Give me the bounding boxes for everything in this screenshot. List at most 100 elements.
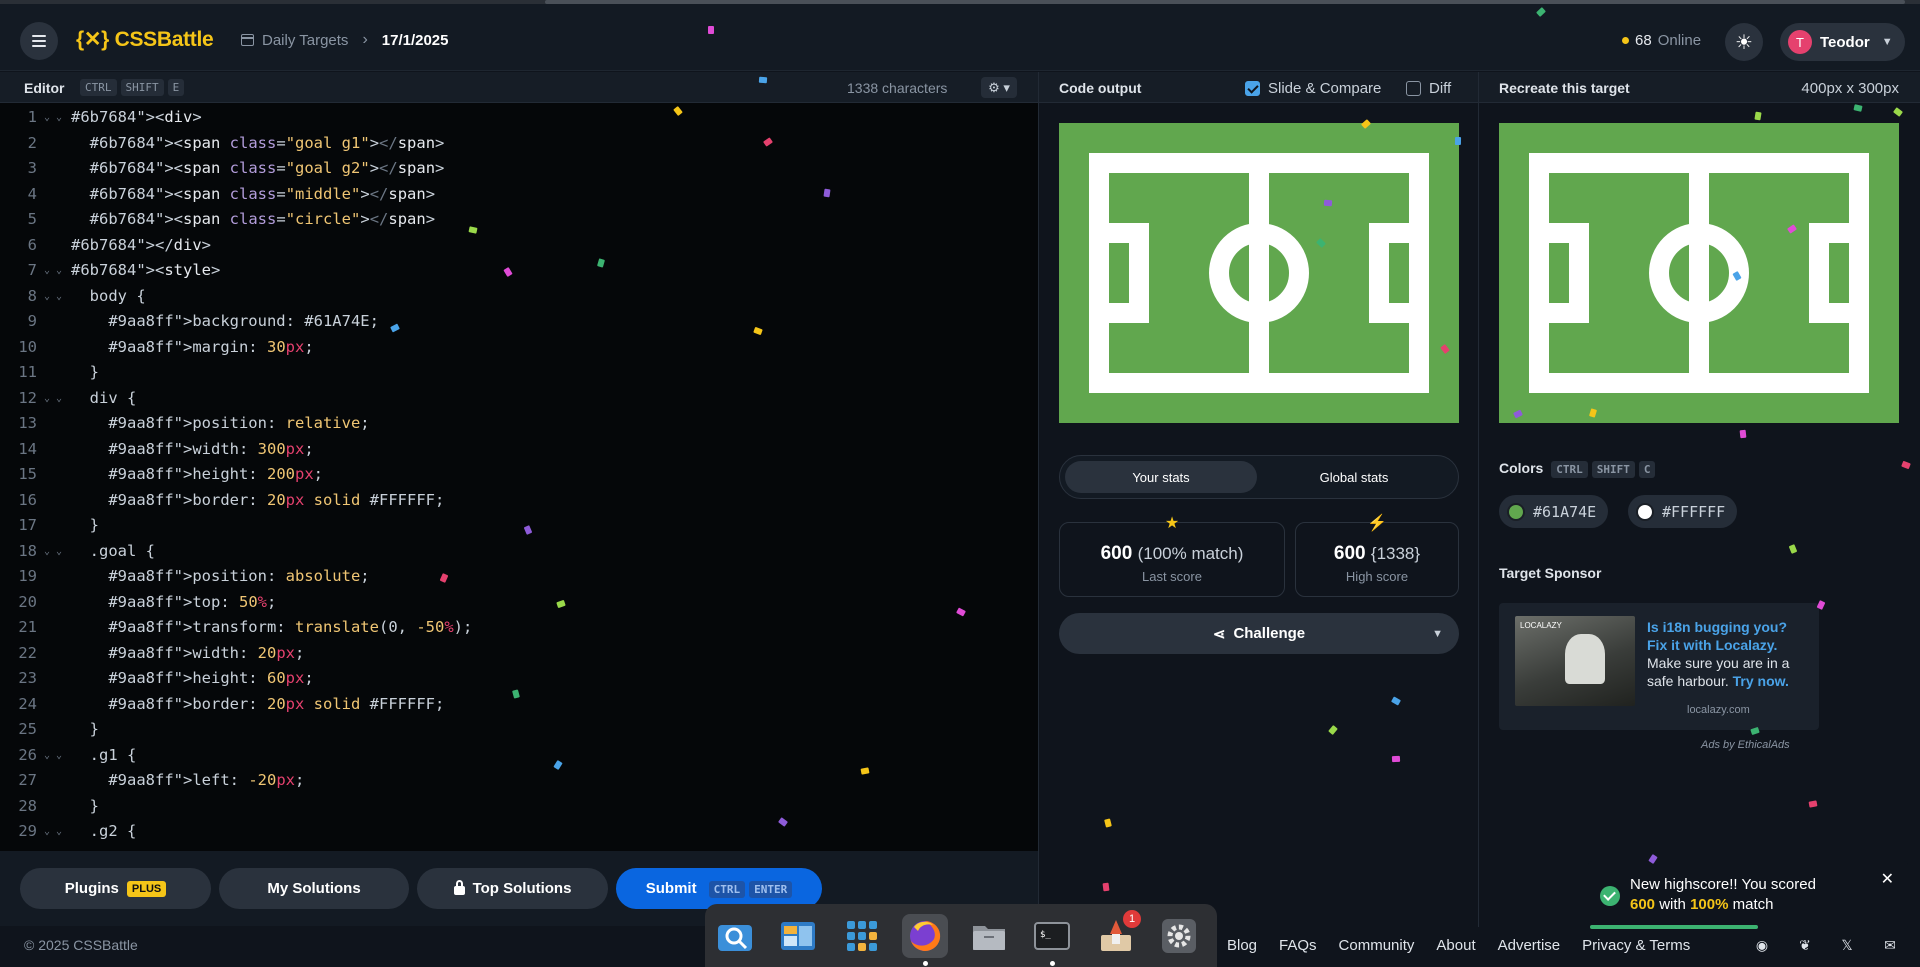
- submit-button[interactable]: Submit CTRL ENTER: [616, 868, 822, 909]
- editor-shortcut: CTRL SHIFT E: [76, 78, 185, 96]
- breadcrumb: Daily Targets › 17/1/2025: [241, 31, 449, 49]
- discord-icon[interactable]: ◉: [1753, 937, 1771, 953]
- footer-link-community[interactable]: Community: [1339, 937, 1415, 954]
- online-label: Online: [1657, 32, 1702, 49]
- share-icon: ⋖: [1212, 625, 1226, 643]
- diff-checkbox[interactable]: Diff: [1406, 80, 1451, 97]
- user-menu[interactable]: T Teodor ▼: [1780, 23, 1905, 61]
- code-line: #6b7684"></div>: [71, 235, 211, 254]
- sponsor-title: Target Sponsor: [1499, 565, 1602, 581]
- search-app-icon[interactable]: [712, 914, 758, 958]
- files-preview-icon[interactable]: [775, 914, 821, 958]
- code-line: #6b7684"><style>: [71, 261, 221, 279]
- fold-chevron-icon[interactable]: ⌄ ⌄: [44, 386, 62, 412]
- code-line: }: [71, 363, 99, 381]
- footer-link-blog[interactable]: Blog: [1227, 937, 1257, 954]
- close-icon[interactable]: ✕: [1881, 869, 1894, 889]
- line-number: 29 ⌄ ⌄: [0, 819, 70, 845]
- cssbattle-logo[interactable]: {✕} CSSBattle: [76, 27, 214, 52]
- settings-icon[interactable]: [1156, 914, 1202, 958]
- ad-domain: localazy.com: [1687, 704, 1750, 716]
- chevron-down-icon[interactable]: ▼: [1432, 628, 1443, 640]
- mail-icon[interactable]: ✉: [1881, 937, 1899, 953]
- launcher-icon[interactable]: 1: [1093, 910, 1141, 958]
- line-number: 1 ⌄ ⌄: [0, 105, 70, 131]
- fold-chevron-icon[interactable]: ⌄ ⌄: [44, 258, 62, 284]
- line-number: 16: [18, 490, 37, 509]
- ads-by-link[interactable]: Ads by EthicalAds: [1701, 739, 1790, 751]
- line-number: 5: [27, 210, 37, 228]
- fold-chevron-icon[interactable]: ⌄ ⌄: [44, 105, 62, 131]
- code-line: #9aa8ff">top: 50%;: [108, 592, 277, 611]
- code-line: #6b7684"><span class="goal g1"></span>: [89, 133, 445, 152]
- footer-link-advertise[interactable]: Advertise: [1498, 937, 1561, 954]
- footer-link-about[interactable]: About: [1436, 937, 1475, 954]
- breadcrumb-daily-targets[interactable]: Daily Targets: [262, 32, 348, 49]
- my-solutions-button[interactable]: My Solutions: [219, 868, 409, 909]
- high-chars: {1338}: [1370, 544, 1421, 563]
- code-line: #9aa8ff">position: absolute;: [108, 567, 370, 585]
- taskbar-dock: $_ 1: [705, 904, 1217, 967]
- code-line: div {: [71, 388, 137, 407]
- plugins-button[interactable]: Plugins PLUS: [20, 868, 211, 909]
- target-size: 400px x 300px: [1801, 80, 1899, 97]
- checkbox-checked-icon: [1245, 81, 1260, 96]
- fold-chevron-icon[interactable]: ⌄ ⌄: [44, 819, 62, 845]
- fold-chevron-icon[interactable]: ⌄ ⌄: [44, 743, 62, 769]
- menu-button[interactable]: [20, 22, 58, 60]
- bluesky-icon[interactable]: ❦: [1796, 937, 1814, 953]
- chevron-right-icon: ›: [362, 31, 368, 48]
- tab-your-stats[interactable]: Your stats: [1065, 461, 1257, 493]
- footer-link-privacy-terms[interactable]: Privacy & Terms: [1582, 937, 1690, 954]
- highscore-toast: New highscore!! You scored 600 with 100% …: [1588, 861, 1908, 929]
- soccer-field-output: [1059, 123, 1459, 423]
- challenge-button[interactable]: ⋖ Challenge ▼: [1059, 613, 1459, 654]
- hamburger-icon: [32, 35, 46, 37]
- theme-toggle-button[interactable]: ☀: [1725, 23, 1763, 61]
- high-score-card: ⚡ 600 {1338} High score: [1295, 515, 1459, 597]
- svg-text:$_: $_: [1040, 930, 1051, 940]
- code-editor[interactable]: 1 ⌄ ⌄ #6b7684"><div> 2 #6b7684"><span class…: [0, 103, 1038, 851]
- line-number: 2: [27, 133, 37, 152]
- high-score-label: High score: [1345, 569, 1409, 584]
- app-grid-icon[interactable]: [839, 914, 885, 958]
- line-number: 22: [18, 643, 37, 662]
- line-number: 14: [18, 439, 37, 458]
- x-icon[interactable]: 𝕏: [1838, 937, 1856, 953]
- ad-cta[interactable]: Try now.: [1733, 673, 1789, 689]
- breadcrumb-date: 17/1/2025: [381, 31, 449, 49]
- editor-settings-button[interactable]: ⚙ ▾: [981, 77, 1017, 98]
- color-swatch-white[interactable]: #FFFFFF: [1628, 495, 1738, 528]
- fold-chevron-icon[interactable]: ⌄ ⌄: [44, 539, 62, 565]
- confetti-piece: [823, 188, 831, 198]
- confetti-piece: [1102, 882, 1110, 892]
- code-output-preview[interactable]: [1059, 123, 1459, 423]
- online-count: 68: [1635, 32, 1652, 49]
- code-line: #9aa8ff">width: 20px;: [108, 643, 305, 662]
- sponsor-ad[interactable]: LOCALAZY Is i18n bugging you? Fix it wit…: [1499, 603, 1819, 730]
- stats-tabs: Your stats Global stats: [1059, 455, 1459, 499]
- firefox-icon[interactable]: [902, 914, 948, 966]
- ad-image: LOCALAZY: [1515, 616, 1635, 706]
- tab-global-stats[interactable]: Global stats: [1258, 461, 1450, 493]
- color-swatch-green[interactable]: #61A74E: [1499, 495, 1609, 528]
- code-line: }: [71, 796, 99, 815]
- code-line: }: [71, 720, 99, 738]
- chevron-down-icon: ▼: [1881, 36, 1893, 48]
- color-dot-icon: [1507, 502, 1525, 521]
- line-number: 9: [27, 312, 37, 330]
- terminal-icon[interactable]: $_: [1029, 914, 1075, 966]
- code-line: body {: [71, 286, 146, 305]
- line-number: 25: [18, 720, 37, 738]
- slide-compare-checkbox[interactable]: Slide & Compare: [1245, 80, 1381, 97]
- notification-badge: 1: [1123, 910, 1141, 928]
- file-manager-icon[interactable]: [966, 914, 1012, 958]
- fold-chevron-icon[interactable]: ⌄ ⌄: [44, 284, 62, 310]
- line-number: 3: [27, 159, 37, 177]
- last-score-card: ★ 600 (100% match) Last score: [1059, 515, 1285, 597]
- confetti-piece: [758, 76, 768, 84]
- line-number: 12 ⌄ ⌄: [0, 386, 70, 412]
- footer-link-faqs[interactable]: FAQs: [1279, 937, 1317, 954]
- top-solutions-button[interactable]: Top Solutions: [417, 868, 608, 909]
- colors-title: Colors CTRL SHIFT C: [1499, 460, 1656, 478]
